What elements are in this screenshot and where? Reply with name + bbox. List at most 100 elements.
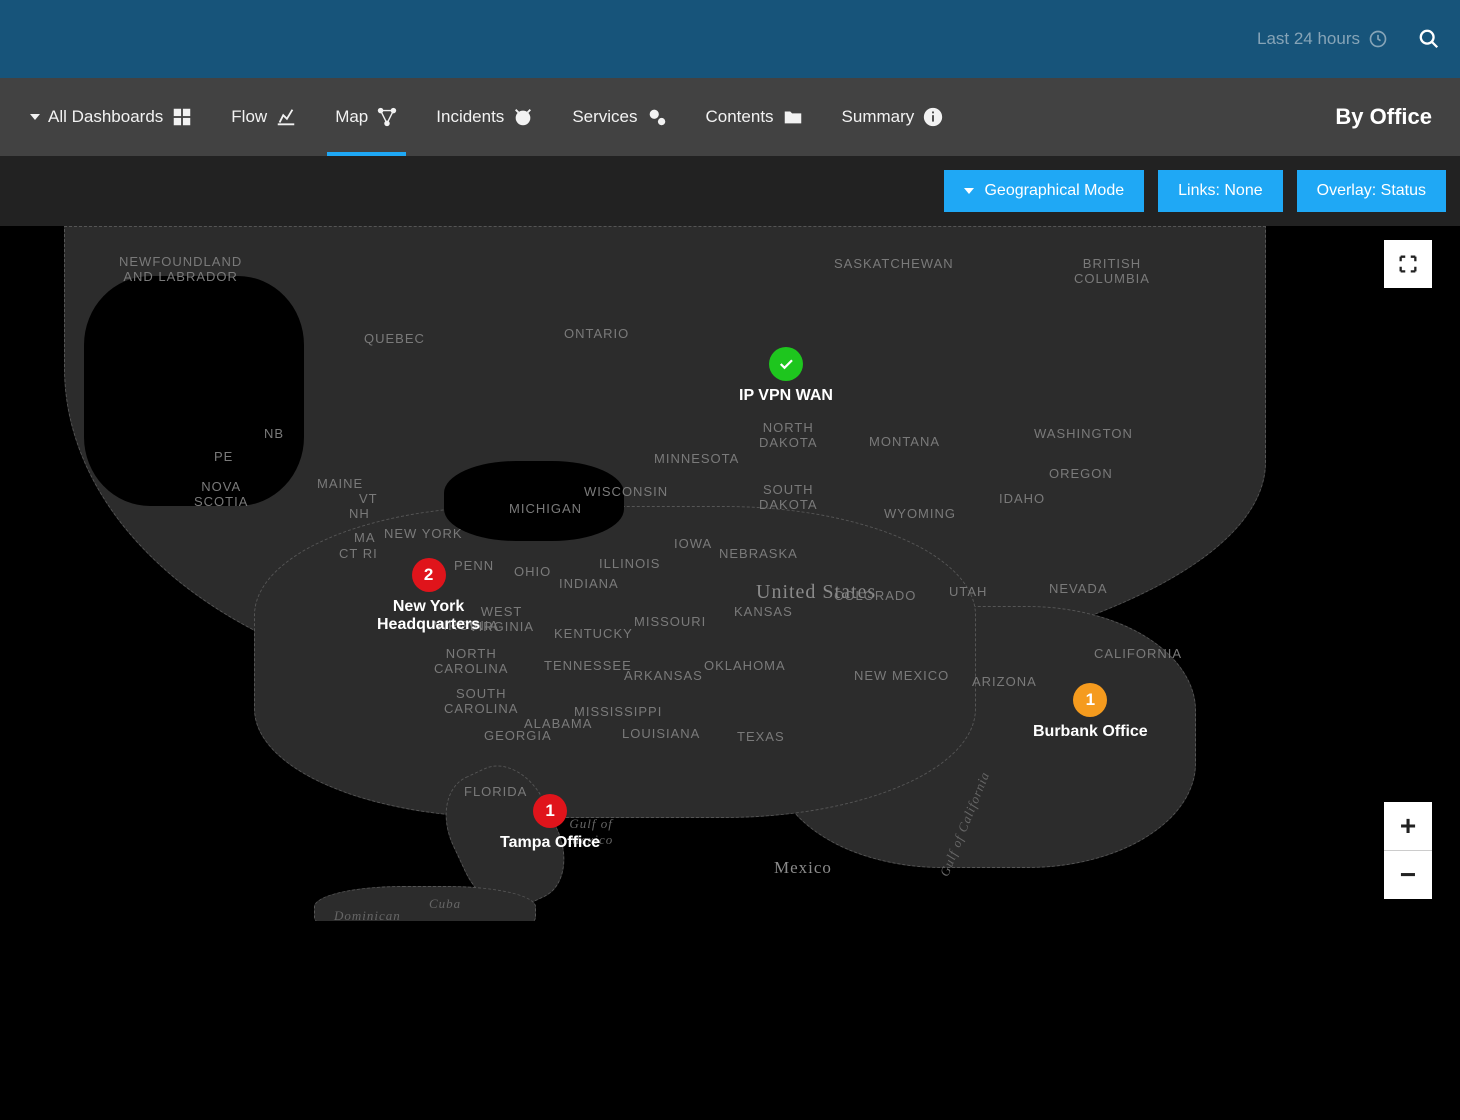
nav-label: Summary xyxy=(842,107,915,127)
nav-incidents[interactable]: Incidents xyxy=(434,78,536,156)
time-range-selector[interactable]: Last 24 hours xyxy=(1257,29,1388,49)
zoom-pane: + − xyxy=(1384,802,1432,899)
nav-services[interactable]: Services xyxy=(570,78,669,156)
nav-flow[interactable]: Flow xyxy=(229,78,299,156)
alarm-icon xyxy=(512,106,534,128)
node-label: Burbank Office xyxy=(1033,723,1148,741)
region-label: INDIANA xyxy=(559,576,619,591)
region-label: NEWFOUNDLAND AND LABRADOR xyxy=(119,254,242,284)
region-label: NH xyxy=(349,506,370,521)
region-label: COLORADO xyxy=(834,588,916,603)
zoom-in-button[interactable]: + xyxy=(1384,802,1432,851)
region-label: ARKANSAS xyxy=(624,668,703,683)
region-label: WASHINGTON xyxy=(1034,426,1133,441)
region-label: LOUISIANA xyxy=(622,726,700,741)
nav-contents[interactable]: Contents xyxy=(704,78,806,156)
nav-bar: By Office Summary Contents Services Inci… xyxy=(0,78,1460,156)
region-label: ONTARIO xyxy=(564,326,629,341)
time-range-label: Last 24 hours xyxy=(1257,29,1360,49)
chevron-down-icon xyxy=(30,114,40,120)
top-bar: Last 24 hours xyxy=(0,0,1460,78)
map-node[interactable]: 2 New YorkHeadquarters xyxy=(377,558,480,634)
fullscreen-pane xyxy=(1384,240,1432,288)
map-canvas[interactable]: United States Mexico BRITISH COLUMBIA SA… xyxy=(14,226,1446,921)
region-label: TEXAS xyxy=(737,729,785,744)
region-label: UTAH xyxy=(949,584,987,599)
region-label: MAINE xyxy=(317,476,363,491)
nav-label: Services xyxy=(572,107,637,127)
node-badge: 1 xyxy=(533,794,567,828)
region-label: NEW MEXICO xyxy=(854,668,949,683)
region-label: IDAHO xyxy=(999,491,1045,506)
region-label: MICHIGAN xyxy=(509,501,582,516)
search-icon[interactable] xyxy=(1418,28,1440,50)
nav-label: Map xyxy=(335,107,368,127)
region-label: NEW YORK xyxy=(384,526,463,541)
region-label: KENTUCKY xyxy=(554,626,633,641)
nav-all-dashboards[interactable]: All Dashboards xyxy=(28,78,195,156)
chevron-down-icon xyxy=(964,188,974,194)
region-label: CT RI xyxy=(339,546,378,561)
links-label: Links: None xyxy=(1178,182,1263,200)
page-title: By Office xyxy=(1335,104,1432,130)
overlay-button[interactable]: Overlay: Status xyxy=(1297,170,1446,212)
region-label: VT xyxy=(359,491,378,506)
mode-label: Geographical Mode xyxy=(984,182,1124,200)
region-label: BRITISH COLUMBIA xyxy=(1074,256,1150,286)
region-label: IOWA xyxy=(674,536,712,551)
region-label: WISCONSIN xyxy=(584,484,668,499)
region-label: MISSOURI xyxy=(634,614,706,629)
region-label: ILLINOIS xyxy=(599,556,660,571)
info-icon xyxy=(922,106,944,128)
region-label: NOVA SCOTIA xyxy=(194,479,248,509)
node-badge xyxy=(769,347,803,381)
region-label: MINNESOTA xyxy=(654,451,739,466)
mode-button[interactable]: Geographical Mode xyxy=(944,170,1144,212)
nav-label: Incidents xyxy=(436,107,504,127)
zoom-out-button[interactable]: − xyxy=(1384,851,1432,899)
nav-map[interactable]: Map xyxy=(333,78,400,156)
region-label: TENNESSEE xyxy=(544,658,632,673)
region-label: MONTANA xyxy=(869,434,940,449)
region-label: GEORGIA xyxy=(484,728,552,743)
nav-label: Flow xyxy=(231,107,267,127)
region-label: OREGON xyxy=(1049,466,1113,481)
map-node[interactable]: 1 Burbank Office xyxy=(1033,683,1148,741)
region-label: ARIZONA xyxy=(972,674,1037,689)
fullscreen-button[interactable] xyxy=(1384,240,1432,288)
region-label: PE xyxy=(214,449,233,464)
nav-label: Contents xyxy=(706,107,774,127)
nav-label: All Dashboards xyxy=(48,107,163,127)
region-label: SASKATCHEWAN xyxy=(834,256,954,271)
grid-icon xyxy=(171,106,193,128)
map-node[interactable]: IP VPN WAN xyxy=(739,347,833,405)
map-node[interactable]: 1 Tampa Office xyxy=(500,794,600,852)
links-button[interactable]: Links: None xyxy=(1158,170,1283,212)
region-label: Cuba xyxy=(429,896,461,912)
nav-summary[interactable]: Summary xyxy=(840,78,947,156)
node-badge: 2 xyxy=(412,558,446,592)
region-label: NEBRASKA xyxy=(719,546,798,561)
node-label: New YorkHeadquarters xyxy=(377,598,480,634)
region-label: SOUTH DAKOTA xyxy=(759,482,818,512)
region-label: OHIO xyxy=(514,564,551,579)
overlay-label: Overlay: Status xyxy=(1317,182,1426,200)
region-label: NORTH DAKOTA xyxy=(759,420,818,450)
node-label: IP VPN WAN xyxy=(739,387,833,405)
node-label: Tampa Office xyxy=(500,834,600,852)
region-label: NB xyxy=(264,426,284,441)
country-label-mx: Mexico xyxy=(774,858,832,878)
region-label: WYOMING xyxy=(884,506,956,521)
region-label: CALIFORNIA xyxy=(1094,646,1182,661)
region-label: NORTH CAROLINA xyxy=(434,646,508,676)
region-label: MA xyxy=(354,530,376,545)
region-label: Dominican xyxy=(334,908,401,921)
node-badge: 1 xyxy=(1073,683,1107,717)
clock-icon xyxy=(1368,29,1388,49)
region-label: QUEBEC xyxy=(364,331,425,346)
region-label: SOUTH CAROLINA xyxy=(444,686,518,716)
chart-icon xyxy=(275,106,297,128)
region-label: NEVADA xyxy=(1049,581,1108,596)
network-icon xyxy=(376,106,398,128)
fullscreen-icon xyxy=(1397,253,1419,275)
